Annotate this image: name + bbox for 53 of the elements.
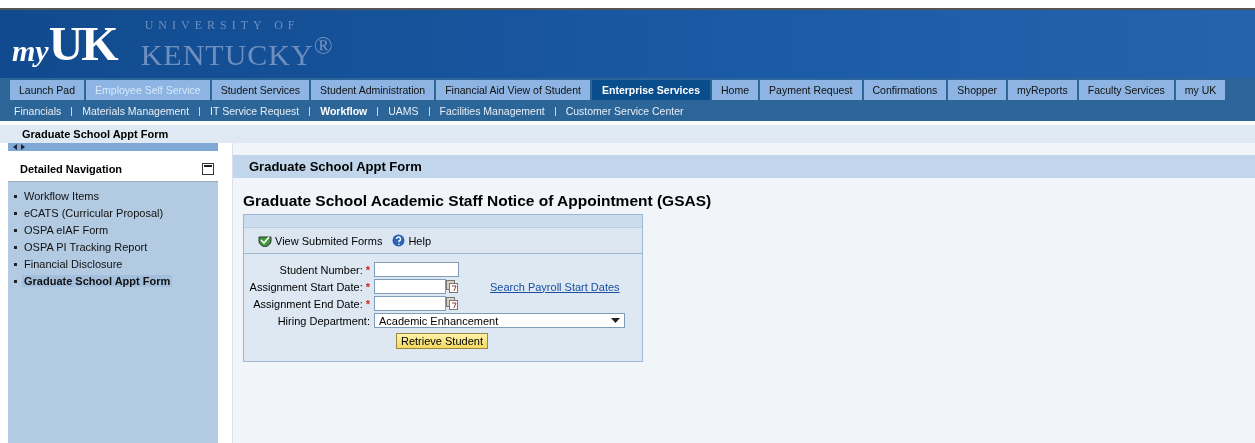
content-title: Graduate School Appt Form: [249, 159, 422, 174]
calendar-icon[interactable]: [446, 280, 458, 293]
required-mark: *: [365, 280, 370, 293]
nav-tab[interactable]: Student Services: [211, 80, 310, 100]
panel-title: Detailed Navigation: [20, 163, 123, 175]
dropdown-field[interactable]: Academic Enhancement: [374, 313, 625, 328]
retrieve-button[interactable]: Retrieve Student: [396, 333, 488, 349]
field-label: Hiring Department:: [277, 314, 370, 327]
sub-nav-link[interactable]: Customer Service Center: [563, 104, 686, 117]
calendar-icon[interactable]: [446, 297, 458, 310]
sub-nav-link[interactable]: Financials: [12, 104, 64, 117]
date-field[interactable]: [374, 296, 446, 311]
nav-tab[interactable]: Enterprise Services: [591, 80, 711, 100]
sidebar-item[interactable]: OSPA eIAF Form: [22, 224, 111, 236]
input-field[interactable]: [374, 262, 459, 277]
form-heading: Graduate School Academic Staff Notice of Appointment (GSAS): [243, 192, 712, 209]
sidebar-item[interactable]: Workflow Items: [22, 190, 101, 202]
nav-tab[interactable]: Financial Aid View of Student: [436, 80, 590, 100]
date-field[interactable]: [374, 279, 446, 294]
page-title: Graduate School Appt Form: [22, 128, 169, 140]
sub-nav-link[interactable]: Workflow: [318, 104, 370, 117]
field-label: Assignment End Date:: [253, 297, 363, 310]
nav-tab[interactable]: Student Administration: [311, 80, 435, 100]
nav-tab[interactable]: my UK: [1175, 80, 1226, 100]
nav-tab[interactable]: Faculty Services: [1078, 80, 1174, 100]
nav-tab[interactable]: Home: [712, 80, 759, 100]
sidebar-item[interactable]: OSPA PI Tracking Report: [22, 241, 150, 253]
nav-tab[interactable]: Launch Pad: [10, 80, 85, 100]
sub-nav-link[interactable]: IT Service Request: [208, 104, 302, 117]
sub-nav-link[interactable]: UAMS: [386, 104, 421, 117]
sub-nav-link[interactable]: Facilities Management: [437, 104, 547, 117]
nav-tab[interactable]: Confirmations: [863, 80, 947, 100]
sidebar-item[interactable]: Financial Disclosure: [22, 258, 125, 270]
required-mark: *: [365, 297, 370, 310]
field-label: Assignment Start Date:: [249, 280, 363, 293]
toolbar-button[interactable]: Help: [392, 234, 431, 247]
toolbar-button[interactable]: View Submited Forms: [258, 234, 383, 247]
collapse-icon[interactable]: [202, 163, 214, 175]
sub-nav-link[interactable]: Materials Management: [80, 104, 192, 117]
help-icon: [392, 234, 406, 247]
nav-tab[interactable]: Payment Request: [760, 80, 862, 100]
check-shield-icon: [258, 234, 272, 247]
dropdown-arrow-icon: [611, 318, 620, 323]
field-label: Student Number:: [279, 263, 363, 276]
nav-tab[interactable]: myReports: [1008, 80, 1077, 100]
search-link[interactable]: Search Payroll Start Dates: [490, 280, 620, 293]
required-mark: *: [365, 263, 370, 276]
sidebar-item[interactable]: eCATS (Curricular Proposal): [22, 207, 166, 219]
logo[interactable]: myUK: [12, 20, 117, 68]
sidebar-item[interactable]: Graduate School Appt Form: [22, 275, 173, 287]
university-line: UNIVERSITY OF: [143, 18, 301, 33]
nav-tab[interactable]: Shopper: [948, 80, 1006, 100]
university-name: KENTUCKY$^{®}$: [140, 33, 334, 70]
